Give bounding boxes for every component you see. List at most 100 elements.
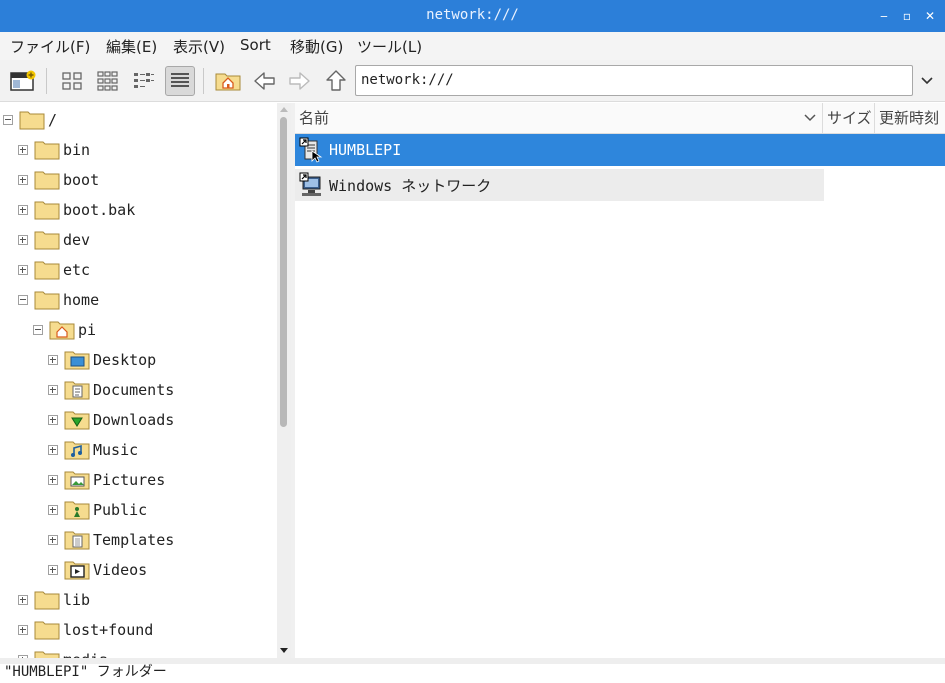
thumbnail-view-button[interactable] <box>93 66 123 96</box>
list-view-icon <box>171 73 189 87</box>
expand-icon[interactable] <box>18 625 28 635</box>
menu-bar: ファイル(F) 編集(E) 表示(V) Sort 移動(G) ツール(L) <box>0 32 945 60</box>
forward-button[interactable] <box>285 66 315 96</box>
tree-item-desktop[interactable]: Desktop <box>48 345 156 375</box>
expand-icon[interactable] <box>48 505 58 515</box>
folder-icon <box>34 591 60 610</box>
close-button[interactable]: ✕ <box>921 7 939 25</box>
collapse-icon[interactable] <box>33 325 43 335</box>
tree-item-public[interactable]: Public <box>48 495 147 525</box>
music-folder-icon <box>64 441 90 460</box>
expand-icon[interactable] <box>48 385 58 395</box>
expand-icon[interactable] <box>48 415 58 425</box>
file-name: HUMBLEPI <box>329 141 402 159</box>
tree-item-root[interactable]: / <box>3 105 57 135</box>
videos-folder-icon <box>64 561 90 580</box>
thumbnail-view-icon <box>97 71 118 91</box>
toolbar-separator <box>203 68 204 94</box>
column-size[interactable]: サイズ <box>823 103 875 134</box>
folder-icon <box>34 231 60 250</box>
folder-icon <box>34 651 60 658</box>
tree-item-music[interactable]: Music <box>48 435 138 465</box>
expand-icon[interactable] <box>48 475 58 485</box>
downloads-folder-icon <box>64 411 90 430</box>
tree-item-videos[interactable]: Videos <box>48 555 147 585</box>
file-name: Windows ネットワーク <box>329 176 492 195</box>
expand-icon[interactable] <box>18 595 28 605</box>
maximize-button[interactable]: ▫ <box>898 7 916 25</box>
location-dropdown-button[interactable] <box>914 65 940 96</box>
icon-view-button[interactable] <box>57 66 87 96</box>
expand-icon[interactable] <box>48 535 58 545</box>
tree-item-home[interactable]: home <box>18 285 99 315</box>
new-tab-icon <box>10 70 36 91</box>
folder-icon <box>19 111 45 130</box>
directory-tree: / bin boot boot.bak dev etc home pi Desk <box>0 103 292 658</box>
menu-edit[interactable]: 編集(E) <box>106 36 157 57</box>
expand-icon[interactable] <box>48 355 58 365</box>
scrollbar-thumb[interactable] <box>280 117 287 427</box>
tree-item-downloads[interactable]: Downloads <box>48 405 174 435</box>
templates-folder-icon <box>64 531 90 550</box>
tree-item-boot-bak[interactable]: boot.bak <box>18 195 135 225</box>
expand-icon[interactable] <box>18 235 28 245</box>
icon-view-icon <box>62 72 82 90</box>
column-name[interactable]: 名前 <box>295 103 823 134</box>
network-workgroup-icon <box>299 172 321 196</box>
tree-item-templates[interactable]: Templates <box>48 525 174 555</box>
expand-icon[interactable] <box>18 205 28 215</box>
home-icon <box>215 73 241 91</box>
folder-icon <box>34 261 60 280</box>
home-button[interactable] <box>213 66 243 96</box>
tree-item-bin[interactable]: bin <box>18 135 90 165</box>
collapse-icon[interactable] <box>3 115 13 125</box>
toolbar-separator <box>46 68 47 94</box>
documents-folder-icon <box>64 381 90 400</box>
file-row-windows-network[interactable]: Windows ネットワーク <box>295 169 824 201</box>
location-input[interactable]: network:/// <box>355 65 913 96</box>
tree-item-pictures[interactable]: Pictures <box>48 465 165 495</box>
folder-icon <box>34 171 60 190</box>
menu-go[interactable]: 移動(G) <box>290 36 343 57</box>
tree-item-lost-found[interactable]: lost+found <box>18 615 153 645</box>
list-view-button[interactable] <box>165 66 195 96</box>
up-button[interactable] <box>321 66 351 96</box>
expand-icon[interactable] <box>48 445 58 455</box>
expand-icon[interactable] <box>18 145 28 155</box>
collapse-icon[interactable] <box>18 295 28 305</box>
expand-icon[interactable] <box>48 565 58 575</box>
window-title: network:/// <box>426 7 519 23</box>
network-server-icon <box>299 137 323 163</box>
menu-sort[interactable]: Sort <box>240 36 271 54</box>
compact-view-button[interactable] <box>129 66 159 96</box>
tree-item-boot[interactable]: boot <box>18 165 99 195</box>
tree-item-pi[interactable]: pi <box>33 315 96 345</box>
new-tab-button[interactable] <box>8 66 38 96</box>
desktop-folder-icon <box>64 351 90 370</box>
menu-view[interactable]: 表示(V) <box>173 36 225 57</box>
expand-icon[interactable] <box>18 175 28 185</box>
sort-chevron-icon <box>804 114 816 122</box>
menu-tools[interactable]: ツール(L) <box>357 36 422 57</box>
menu-file[interactable]: ファイル(F) <box>10 36 90 57</box>
expand-icon[interactable] <box>18 265 28 275</box>
pictures-folder-icon <box>64 471 90 490</box>
scroll-down-icon[interactable] <box>279 647 289 655</box>
up-arrow-icon <box>326 70 346 91</box>
file-list: 名前 サイズ 更新時刻 HUMBLEPI Windows ネットワーク <box>295 103 945 658</box>
public-folder-icon <box>64 501 90 520</box>
forward-arrow-icon <box>289 72 310 90</box>
chevron-down-icon <box>921 76 933 84</box>
column-modified[interactable]: 更新時刻 <box>875 103 945 134</box>
minimize-button[interactable]: ‒ <box>875 7 893 25</box>
tree-item-lib[interactable]: lib <box>18 585 90 615</box>
back-button[interactable] <box>249 66 279 96</box>
tree-item-documents[interactable]: Documents <box>48 375 174 405</box>
tree-item-media[interactable]: media <box>18 645 108 658</box>
file-row-humblepi[interactable]: HUMBLEPI <box>295 134 945 166</box>
tree-scrollbar[interactable] <box>277 103 291 658</box>
tree-item-dev[interactable]: dev <box>18 225 90 255</box>
tree-item-etc[interactable]: etc <box>18 255 90 285</box>
scroll-up-icon[interactable] <box>279 105 289 113</box>
home-folder-icon <box>49 321 75 340</box>
